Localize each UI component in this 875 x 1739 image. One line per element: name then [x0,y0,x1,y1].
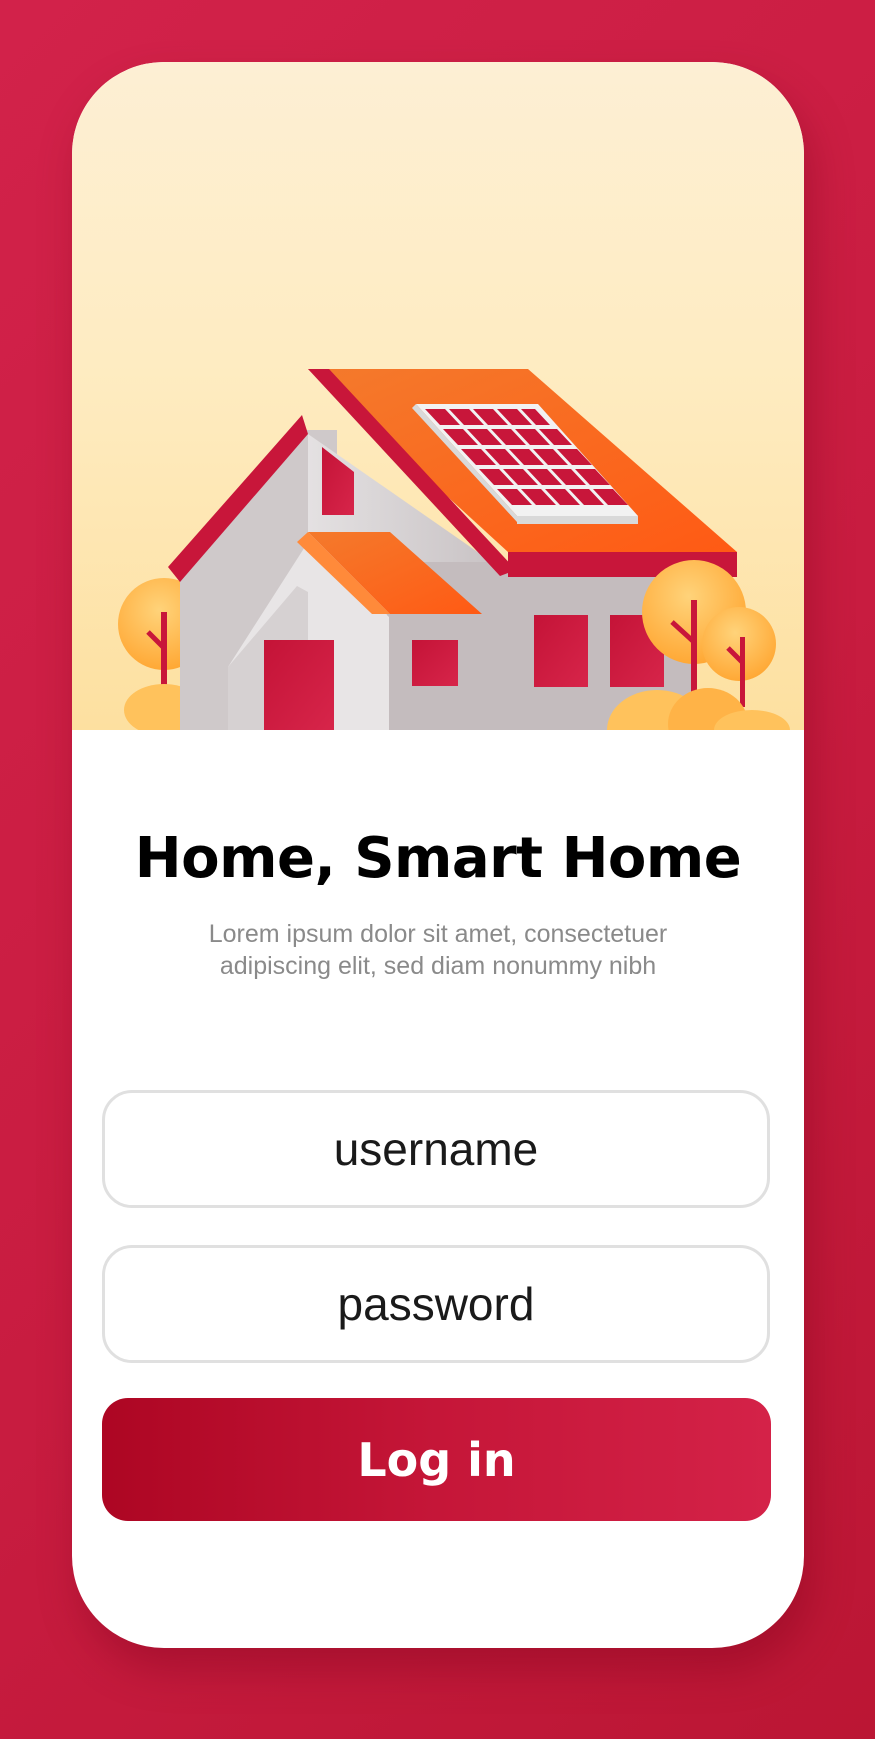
page-subtitle: Lorem ipsum dolor sit amet, consectetuer… [208,920,668,980]
page-title: Home, Smart Home [134,826,742,891]
password-field[interactable] [102,1245,770,1363]
username-field[interactable] [102,1090,770,1208]
phone-card: Home, Smart Home Lorem ipsum dolor sit a… [72,62,804,1648]
username-input[interactable] [136,1121,736,1177]
login-button[interactable]: Log in [102,1398,771,1521]
hero-illustration [72,62,804,730]
door [264,640,334,730]
password-input[interactable] [136,1276,736,1332]
smart-house-illustration [118,369,790,730]
